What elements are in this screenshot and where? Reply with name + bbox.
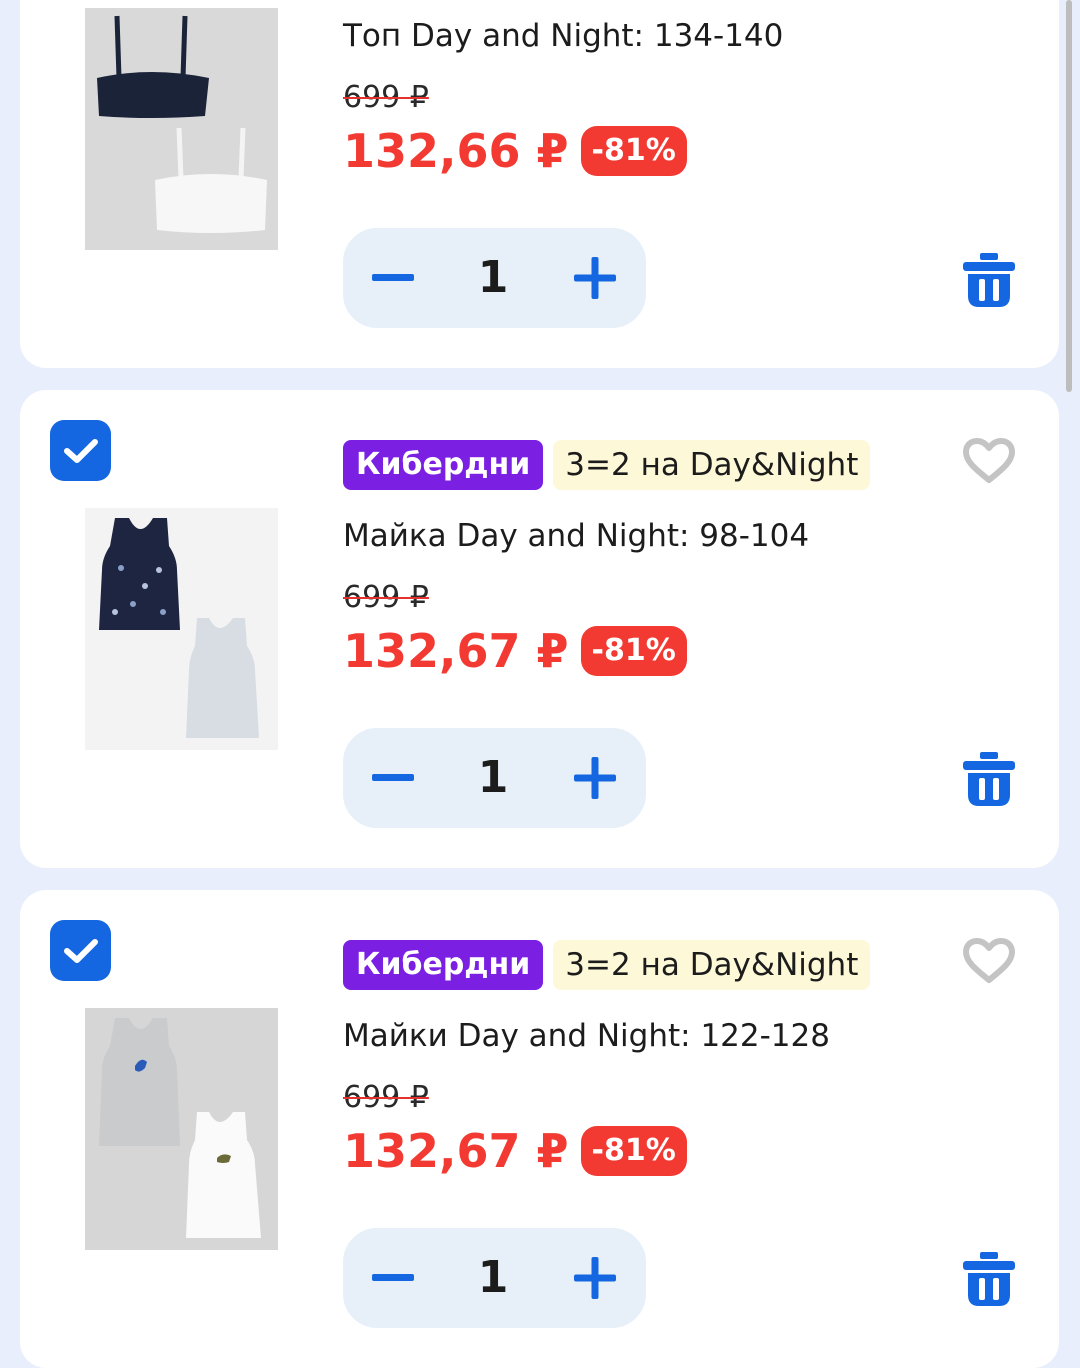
offer-badge: 3=2 на Day&Night (553, 440, 871, 490)
cart-item-card: Кибердни 3=2 на Day&Night Майка Day and … (20, 390, 1059, 868)
product-image[interactable] (85, 508, 278, 750)
quantity-value: 1 (477, 752, 509, 803)
tank-top-set-image (85, 508, 278, 750)
minus-icon (372, 774, 414, 781)
favorite-button[interactable] (962, 938, 1016, 986)
quantity-stepper: 1 (343, 228, 646, 328)
promo-badge: Кибердни (343, 940, 544, 990)
discount-badge: -81% (580, 1126, 687, 1176)
promo-badges: Кибердни 3=2 на Day&Night (343, 940, 871, 990)
favorite-button[interactable] (962, 438, 1016, 486)
discount-badge: -81% (580, 626, 687, 676)
increase-quantity-button[interactable] (565, 1248, 625, 1308)
price-row: 132,67 ₽ -81% (343, 1124, 687, 1178)
trash-icon (963, 253, 1015, 307)
product-title[interactable]: Майки Day and Night: 122-128 (343, 1018, 830, 1054)
checkmark-icon (63, 938, 98, 963)
plus-icon (574, 757, 616, 799)
quantity-value: 1 (477, 1252, 509, 1303)
quantity-value: 1 (477, 252, 509, 303)
checkmark-icon (63, 438, 98, 463)
minus-icon (372, 1274, 414, 1281)
current-price: 132,67 ₽ (343, 1124, 569, 1178)
promo-badges: Кибердни 3=2 на Day&Night (343, 440, 871, 490)
delete-button[interactable] (962, 752, 1016, 808)
discount-badge: -81% (580, 126, 687, 176)
item-checkbox[interactable] (50, 420, 111, 481)
tank-top-set-image (85, 1008, 278, 1250)
heart-icon (963, 438, 1015, 483)
decrease-quantity-button[interactable] (363, 248, 423, 308)
old-price: 699 ₽ (343, 80, 429, 115)
trash-icon (963, 1252, 1015, 1306)
delete-button[interactable] (962, 1252, 1016, 1308)
price-row: 132,66 ₽ -81% (343, 124, 687, 178)
promo-badge: Кибердни (343, 440, 544, 490)
cart-item-card: Кибердни 3=2 на Day&Night Майки Day and … (20, 890, 1059, 1368)
bra-top-set-image (85, 8, 278, 250)
item-checkbox[interactable] (50, 920, 111, 981)
quantity-stepper: 1 (343, 1228, 646, 1328)
delete-button[interactable] (962, 253, 1016, 309)
scrollbar[interactable] (1066, 0, 1072, 392)
offer-badge: 3=2 на Day&Night (553, 940, 871, 990)
product-image[interactable] (85, 8, 278, 250)
product-title[interactable]: Топ Day and Night: 134-140 (343, 18, 783, 54)
minus-icon (372, 274, 414, 281)
decrease-quantity-button[interactable] (363, 748, 423, 808)
plus-icon (574, 1257, 616, 1299)
old-price: 699 ₽ (343, 1080, 429, 1115)
price-row: 132,67 ₽ -81% (343, 624, 687, 678)
plus-icon (574, 257, 616, 299)
increase-quantity-button[interactable] (565, 248, 625, 308)
quantity-stepper: 1 (343, 728, 646, 828)
current-price: 132,66 ₽ (343, 124, 569, 178)
cart-item-card: Топ Day and Night: 134-140 699 ₽ 132,66 … (20, 0, 1059, 368)
current-price: 132,67 ₽ (343, 624, 569, 678)
increase-quantity-button[interactable] (565, 748, 625, 808)
decrease-quantity-button[interactable] (363, 1248, 423, 1308)
heart-icon (963, 938, 1015, 983)
product-image[interactable] (85, 1008, 278, 1250)
old-price: 699 ₽ (343, 580, 429, 615)
product-title[interactable]: Майка Day and Night: 98-104 (343, 518, 809, 554)
trash-icon (963, 752, 1015, 806)
